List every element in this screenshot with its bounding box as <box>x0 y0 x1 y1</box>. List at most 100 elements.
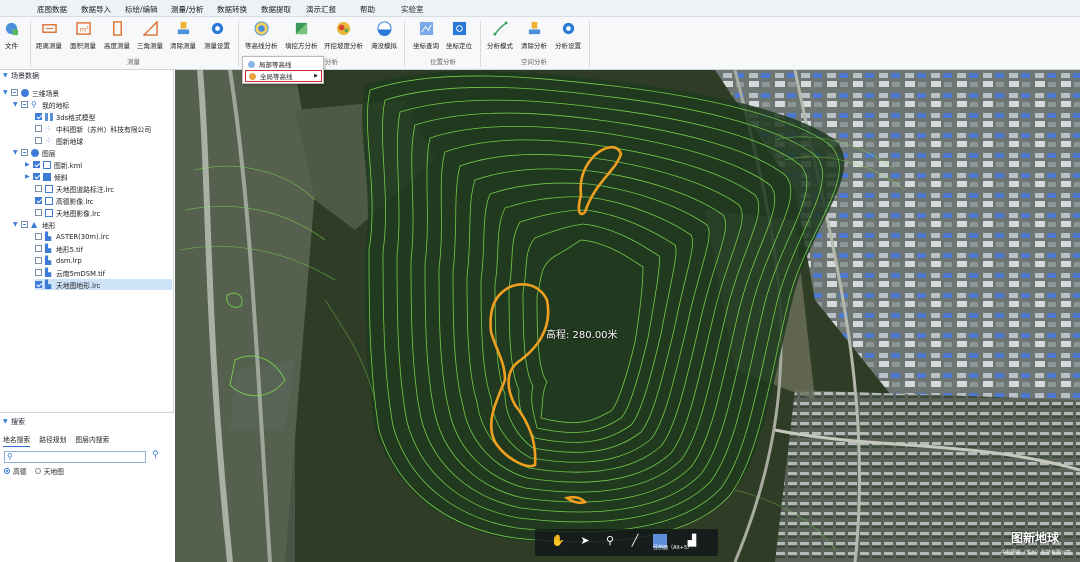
checkbox[interactable] <box>35 281 42 288</box>
tab-route-plan[interactable]: 路径规划 <box>39 434 66 447</box>
tree-item-layers[interactable]: ▼ 图层 <box>13 147 56 158</box>
search-panel-header[interactable]: ▼ 搜索 <box>0 416 174 428</box>
analysis-settings-button[interactable]: 分析设置 <box>555 19 581 50</box>
checkbox[interactable] <box>35 209 42 216</box>
chevron-right-icon: ▶ <box>25 160 30 168</box>
terrain-icon: ▙ <box>45 231 52 241</box>
checkbox[interactable] <box>35 185 42 192</box>
checkbox[interactable] <box>33 161 40 168</box>
menu-plot-edit[interactable]: 标绘/编辑 <box>125 4 158 15</box>
menu-measure-analysis[interactable]: 测量/分析 <box>171 4 204 15</box>
terrain-icon: ▙ <box>45 255 52 265</box>
coord-locate-button[interactable]: 坐标定位 <box>446 19 472 50</box>
height-measure-button[interactable]: 高度测量 <box>104 19 130 50</box>
tree-item-tianditu-image[interactable]: 天地图影像.lrc <box>35 207 100 218</box>
tree-item-terrain5[interactable]: ▙ 地形5.tif <box>35 243 83 254</box>
map-view[interactable]: 高程: 280.00米 图新地球 中科图新（苏州）科技有限公司 ✋ ➤ ⚲ ╱ … <box>175 70 1080 562</box>
search-icon[interactable]: ⚲ <box>152 450 159 460</box>
checkbox[interactable] <box>35 245 42 252</box>
menu-extract[interactable]: 数据提取 <box>261 4 291 15</box>
area-measure-button[interactable]: m² 面积测量 <box>70 19 96 50</box>
checkbox[interactable] <box>11 89 18 96</box>
checkbox[interactable] <box>33 173 40 180</box>
local-contour-item[interactable]: 局部等高线 <box>245 58 322 70</box>
triangle-icon <box>142 21 158 36</box>
menu-present[interactable]: 演示汇报 <box>306 4 336 15</box>
coord-query-icon <box>419 21 433 36</box>
coord-query-button[interactable]: 坐标查询 <box>413 19 439 50</box>
brand-watermark: 图新地球 <box>1011 531 1060 545</box>
tree-item-tianditu-terrain[interactable]: ▙ 天地图地形.lrc <box>35 279 172 290</box>
flood-simulation-button[interactable]: 淹没模拟 <box>371 19 397 50</box>
clear-icon <box>177 21 189 35</box>
satellite-terrain <box>175 70 1080 562</box>
menu-help[interactable]: 帮助 <box>360 4 375 15</box>
menu-lab[interactable]: 实验室 <box>401 4 424 15</box>
slope-analysis-button[interactable]: 开挖坡度分析 <box>324 19 363 50</box>
checkbox[interactable] <box>35 137 42 144</box>
radio-gaode[interactable] <box>4 468 10 474</box>
checkbox[interactable] <box>35 197 42 204</box>
scene-panel-header[interactable]: ▼ 场景数据 <box>0 70 173 82</box>
tab-place-search[interactable]: 地名搜索 <box>3 434 31 447</box>
tree-item-my-places[interactable]: ▼ ⚲ 我的地标 <box>13 99 69 110</box>
tree-item-tuxin-earth[interactable]: ⁘ 图新地球 <box>35 135 83 146</box>
layers-icon <box>31 148 39 157</box>
toolbar-tooltip-label: 径剖面（Alt+5） <box>653 545 693 551</box>
tree-item-kml[interactable]: ▶ 图新.kml <box>25 159 82 170</box>
line-icon[interactable]: ╱ <box>628 534 642 548</box>
search-input[interactable]: ⚲ <box>4 451 146 463</box>
analysis-mode-button[interactable]: 分析模式 <box>487 19 513 50</box>
menu-import[interactable]: 数据导入 <box>81 4 111 15</box>
tree-item-oblique[interactable]: ▶ 倾斜 <box>25 171 68 182</box>
checkbox[interactable] <box>35 269 42 276</box>
checkbox[interactable] <box>35 257 42 264</box>
pin-icon[interactable]: ⚲ <box>603 534 617 548</box>
contour-analysis-button[interactable]: 等高线分析 <box>245 19 278 50</box>
file-button[interactable]: 文件 <box>4 19 19 50</box>
checkbox[interactable] <box>21 221 28 228</box>
tree-item-gaode-image[interactable]: 高德影像.lrc <box>35 195 94 206</box>
checkbox[interactable] <box>21 149 28 156</box>
checkbox[interactable] <box>35 233 42 240</box>
monitor-icon <box>45 208 53 217</box>
tree-item-tianditu-road[interactable]: 天地图道路标注.lrc <box>35 183 114 194</box>
checkbox[interactable] <box>21 101 28 108</box>
distance-icon <box>41 24 57 33</box>
fill-cut-analysis-button[interactable]: 填挖方分析 <box>285 19 318 50</box>
tree-item-dsm[interactable]: ▙ dsm.lrp <box>35 255 82 266</box>
global-contour-item[interactable]: 全局等高线 ▶ <box>245 70 322 82</box>
map-toolbar: ✋ ➤ ⚲ ╱ ▟ 径剖面（Alt+5） <box>535 529 718 556</box>
distance-measure-button[interactable]: 距离测量 <box>36 19 62 50</box>
tree-item-terrain[interactable]: ▼ ▲ 地形 <box>13 219 56 230</box>
monitor-icon <box>43 160 51 169</box>
cursor-icon[interactable]: ➤ <box>578 534 592 548</box>
clear-measure-button[interactable]: 清除测量 <box>170 19 196 50</box>
search-source-radios: 高德 天地图 <box>4 466 64 476</box>
elevation-label: 高程: 280.00米 <box>546 330 618 341</box>
monitor-icon <box>45 184 53 193</box>
checkbox[interactable] <box>35 113 42 120</box>
radio-tianditu[interactable] <box>34 468 41 474</box>
search-tabs: 地名搜索 路径规划 图层内搜索 <box>3 434 118 447</box>
settings-icon <box>562 22 574 35</box>
folder-icon <box>43 172 51 181</box>
pin-icon: ⚲ <box>31 99 37 109</box>
measure-settings-button[interactable]: 测量设置 <box>204 19 230 50</box>
tree-item-aster[interactable]: ▙ ASTER(30m).lrc <box>35 231 109 242</box>
clear-analysis-button[interactable]: 清除分析 <box>521 19 547 50</box>
analysis-mode-icon <box>492 21 508 36</box>
tree-item-3ds-model[interactable]: 3ds格式模型 <box>35 111 95 122</box>
tree-item-3d-scene[interactable]: ▼ 三维场景 <box>3 87 59 98</box>
contour-icon <box>248 60 255 68</box>
hand-icon[interactable]: ✋ <box>551 534 565 548</box>
tree-item-yunnan-dsm[interactable]: ▙ 云南5mDSM.tif <box>35 267 105 278</box>
tab-layer-search[interactable]: 图层内搜索 <box>75 434 109 447</box>
menu-convert[interactable]: 数据转换 <box>217 4 247 15</box>
checkbox[interactable] <box>35 125 42 132</box>
chevron-down-icon: ▼ <box>3 72 8 79</box>
menu-basemap[interactable]: 底图数据 <box>37 4 67 15</box>
tree-item-company[interactable]: ⁘ 中科图新（苏州）科技有限公司 <box>35 123 151 134</box>
triangle-measure-button[interactable]: 三角测量 <box>137 19 163 50</box>
fill-cut-icon <box>295 22 307 35</box>
